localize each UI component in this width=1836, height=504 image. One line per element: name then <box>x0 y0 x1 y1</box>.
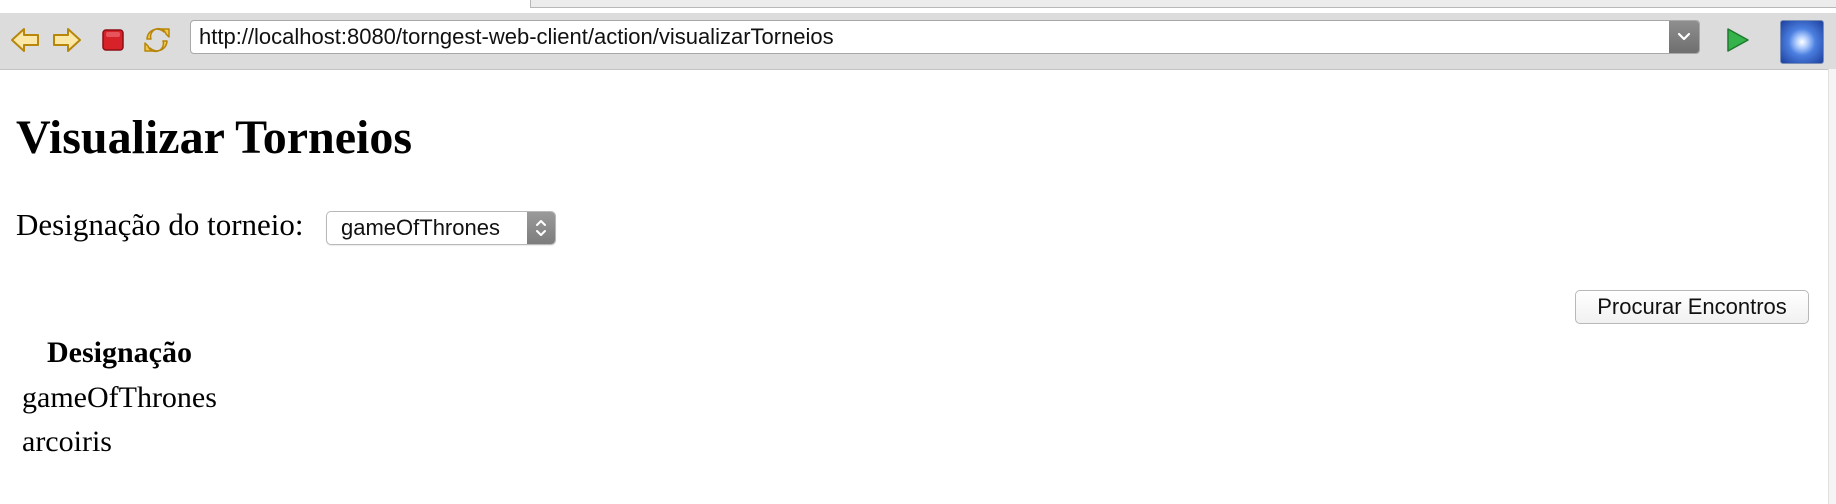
forward-button[interactable] <box>50 23 84 57</box>
window-top-strip <box>0 0 1836 13</box>
url-text[interactable]: http://localhost:8080/torngest-web-clien… <box>199 21 834 53</box>
tournament-select-value: gameOfThrones <box>341 215 500 240</box>
table-cell-designation: gameOfThrones <box>22 381 217 414</box>
search-matches-button[interactable]: Procurar Encontros <box>1575 290 1809 324</box>
table-cell-designation: arcoiris <box>22 425 112 458</box>
chevron-down-icon <box>1677 32 1691 41</box>
column-header-designation: Designação <box>46 336 192 369</box>
refresh-button[interactable] <box>140 23 174 57</box>
stop-icon <box>102 29 124 51</box>
extension-icon[interactable] <box>1780 20 1824 64</box>
window-top-edge <box>530 0 1836 8</box>
url-history-dropdown[interactable] <box>1669 21 1699 53</box>
play-icon <box>1727 28 1749 52</box>
stop-button[interactable] <box>96 23 130 57</box>
back-arrow-icon <box>11 28 39 52</box>
table-header-row: Designação <box>18 330 221 376</box>
refresh-icon <box>144 27 170 53</box>
table-row: gameOfThrones <box>18 376 221 420</box>
go-button[interactable] <box>1720 23 1754 57</box>
address-bar[interactable]: http://localhost:8080/torngest-web-clien… <box>190 20 1700 54</box>
tournament-field-label: Designação do torneio: <box>16 207 304 242</box>
updown-chevron-icon <box>536 220 546 236</box>
forward-arrow-icon <box>53 28 81 52</box>
tournaments-table: Designação gameOfThrones arcoiris <box>18 330 221 464</box>
tournament-select[interactable]: gameOfThrones <box>326 211 556 245</box>
scrollbar[interactable] <box>1828 69 1836 504</box>
table-row: arcoiris <box>18 420 221 464</box>
page-title: Visualizar Torneios <box>16 111 413 164</box>
select-arrows <box>527 212 555 244</box>
back-button[interactable] <box>8 23 42 57</box>
browser-toolbar: http://localhost:8080/torngest-web-clien… <box>0 13 1836 70</box>
